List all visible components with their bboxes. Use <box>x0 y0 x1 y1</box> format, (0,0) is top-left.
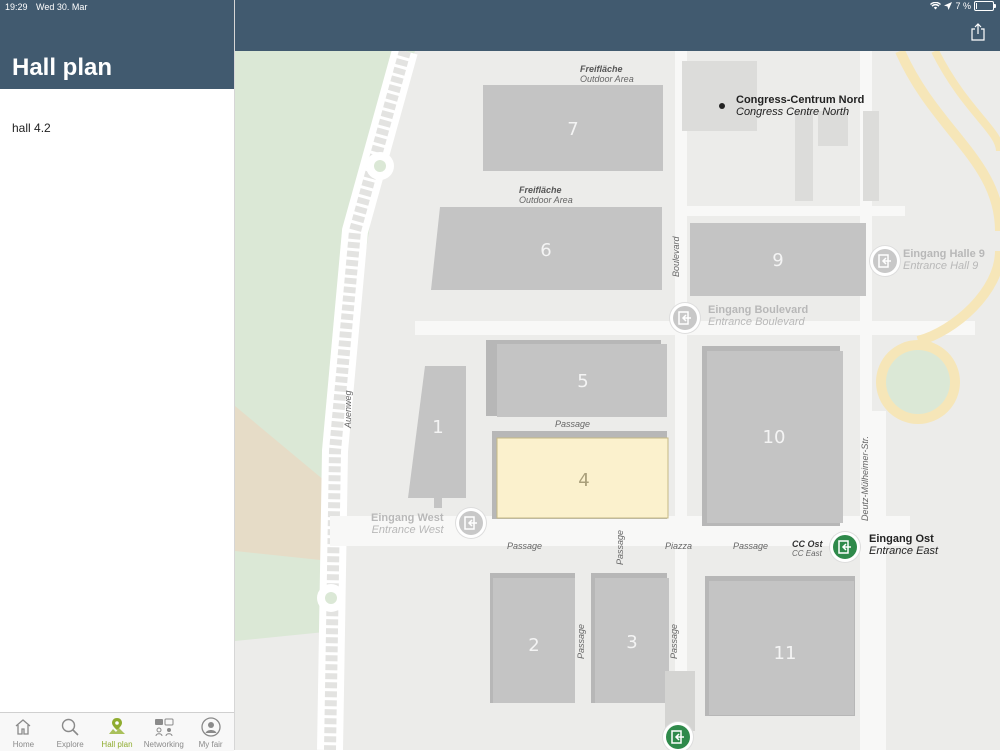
hall-4-label: 4 <box>578 470 589 491</box>
battery-percent: 7 % <box>955 1 971 11</box>
tab-label: Networking <box>143 740 184 749</box>
home-icon <box>15 719 31 735</box>
location-arrow-icon <box>944 2 953 10</box>
page-title: Hall plan <box>12 54 113 81</box>
hall-11-label: 11 <box>774 643 797 664</box>
passage-label: Passage <box>555 419 591 429</box>
list-item-hall[interactable]: hall 4.2 <box>12 121 51 135</box>
cc-east-de: CC Ost <box>792 539 823 549</box>
entrance-hall9-icon[interactable] <box>870 246 900 276</box>
tab-networking[interactable]: Networking <box>140 713 187 751</box>
entrance-de: Eingang Ost <box>869 533 934 545</box>
hall-2-label: 2 <box>528 635 539 656</box>
tab-my-fair[interactable]: My fair <box>187 713 234 751</box>
status-bar: 19:29 Wed 30. Mar 7 % <box>0 0 1000 14</box>
wifi-icon <box>930 2 942 10</box>
hall-3-label: 3 <box>626 632 637 653</box>
entrance-en: Entrance Hall 9 <box>903 260 979 272</box>
outdoor-area-label: Freifläche Outdoor Area <box>519 185 573 205</box>
hall-5-label: 5 <box>577 371 588 392</box>
hall-10-label: 10 <box>763 427 786 448</box>
search-icon <box>61 718 79 736</box>
outdoor-area-label: Freifläche Outdoor Area <box>580 64 634 84</box>
hall-map[interactable]: 7 6 9 5 1 4 10 2 3 11 Congress-Centrum N… <box>235 51 1000 750</box>
street-auenweg: Auenweg <box>343 390 353 428</box>
entrance-boulevard-icon[interactable] <box>670 303 700 333</box>
status-right: 7 % <box>930 1 996 11</box>
entrance-south-icon[interactable] <box>663 722 693 750</box>
passage-label: Passage <box>733 541 769 551</box>
entrance-boulevard-label[interactable]: Eingang Boulevard Entrance Boulevard <box>708 304 808 328</box>
battery-icon <box>974 1 996 11</box>
entrance-en: Entrance East <box>869 545 939 557</box>
hall-6-label: 6 <box>540 240 551 261</box>
status-time: 19:29 <box>5 2 28 12</box>
person-icon <box>200 717 221 737</box>
tab-label: Hall plan <box>101 740 133 749</box>
piazza-label: Piazza <box>665 541 693 551</box>
passage-label: Passage <box>615 529 625 565</box>
entrance-de: Eingang West <box>371 512 444 524</box>
outdoor-de: Freifläche <box>519 185 562 195</box>
outdoor-en: Outdoor Area <box>519 195 573 205</box>
street-deutz: Deutz-Mülheimer-Str. <box>860 435 870 521</box>
hall-9-label: 9 <box>772 250 783 271</box>
poi-name-de: Congress-Centrum Nord <box>736 94 865 106</box>
entrance-west-icon[interactable] <box>456 508 486 538</box>
congress-centre-label[interactable]: Congress-Centrum Nord Congress Centre No… <box>736 94 864 118</box>
outdoor-en: Outdoor Area <box>580 74 634 84</box>
tab-label: Explore <box>56 740 84 749</box>
tab-label: My fair <box>198 740 223 749</box>
hall-7-label: 7 <box>567 119 578 140</box>
tab-label: Home <box>12 740 35 749</box>
map-pin-icon <box>108 718 125 734</box>
entrance-de: Eingang Halle 9 <box>903 248 985 260</box>
hall-1-label: 1 <box>432 417 443 438</box>
tab-hall-plan[interactable]: Hall plan <box>94 713 141 751</box>
tab-explore[interactable]: Explore <box>47 713 94 751</box>
entrance-east-icon[interactable] <box>830 532 860 562</box>
poi-name-en: Congress Centre North <box>736 106 850 118</box>
entrance-en: Entrance Boulevard <box>708 316 805 328</box>
passage-label: Passage <box>507 541 543 551</box>
share-icon[interactable] <box>970 23 986 41</box>
entrance-hall9-label[interactable]: Eingang Halle 9 Entrance Hall 9 <box>903 248 985 272</box>
outdoor-de: Freifläche <box>580 64 623 74</box>
entrance-en: Entrance West <box>371 524 444 536</box>
networking-icon <box>154 718 174 737</box>
street-boulevard: Boulevard <box>671 236 681 277</box>
entrance-de: Eingang Boulevard <box>708 304 809 316</box>
tab-bar: Home Explore Hall plan Networking My fai… <box>0 712 234 751</box>
passage-label: Passage <box>669 623 679 659</box>
status-date: Wed 30. Mar <box>36 2 88 12</box>
cc-east-en: CC East <box>792 549 822 558</box>
passage-label: Passage <box>576 623 586 659</box>
entrance-east-label[interactable]: Eingang Ost Entrance East <box>869 533 938 557</box>
entrance-west-label[interactable]: Eingang West Entrance West <box>371 512 444 536</box>
cc-east-label: CC Ost CC East <box>792 539 823 558</box>
tab-home[interactable]: Home <box>0 713 47 751</box>
